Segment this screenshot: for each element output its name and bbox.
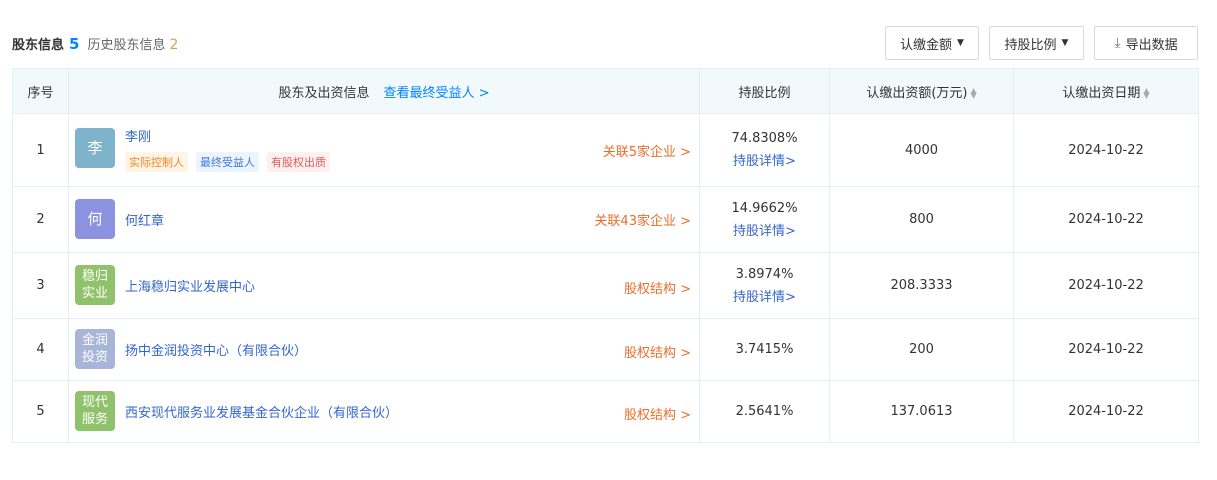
table-row: 4 金润 投资 扬中金润投资中心（有限合伙） 股权结构 > 3.7415% 20…: [12, 318, 1199, 381]
date-cell: 2024-10-22: [1013, 380, 1199, 443]
history-shareholders-link[interactable]: 历史股东信息: [87, 34, 165, 53]
col-header-date[interactable]: 认缴出资日期 ▲ ▼: [1013, 68, 1199, 114]
shareholder-name-link[interactable]: 西安现代服务业发展基金合伙企业（有限合伙）: [125, 402, 398, 421]
export-data-label: 导出数据: [1125, 37, 1178, 53]
shareholder-name-link[interactable]: 扬中金润投资中心（有限合伙）: [125, 340, 307, 359]
avatar: 何: [75, 199, 115, 239]
date-cell: 2024-10-22: [1013, 186, 1199, 253]
header-left: 股东信息 5 历史股东信息 2: [12, 34, 178, 53]
ratio-value: 2.5641%: [735, 404, 794, 419]
amount-cell: 208.3333: [829, 252, 1014, 319]
ratio-value: 3.8974%: [735, 266, 794, 282]
download-icon: ⤓: [1114, 35, 1121, 51]
sort-icon[interactable]: ▲ ▼: [1143, 87, 1149, 100]
col-header-ratio: 持股比例: [699, 68, 830, 114]
col-header-name-label: 股东及出资信息: [278, 85, 370, 101]
ratio-value: 3.7415%: [735, 342, 794, 357]
row-idx: 1: [12, 113, 69, 187]
ratio-value: 74.8308%: [731, 131, 798, 146]
caret-down-icon: ▼: [957, 38, 964, 48]
equity-structure-link[interactable]: 股权结构 >: [624, 278, 691, 297]
row-idx: 2: [12, 186, 69, 253]
row-idx: 3: [12, 252, 69, 319]
col-header-idx: 序号: [12, 68, 69, 114]
table-row: 1 李 李刚 实际控制人 最终受益人 有股权出质 关联5家企业 > 74.830…: [12, 113, 1199, 187]
export-data-button[interactable]: ⤓ 导出数据: [1094, 26, 1198, 60]
shareholder-count: 5: [69, 35, 80, 53]
col-header-date-label: 认缴出资日期: [1062, 85, 1141, 101]
table-row: 3 稳归 实业 上海稳归实业发展中心 股权结构 > 3.8974% 持股详情> …: [12, 252, 1199, 319]
tag-final-beneficiary: 最终受益人: [196, 152, 259, 172]
related-companies-link[interactable]: 关联5家企业 >: [603, 141, 691, 160]
related-companies-link[interactable]: 关联43家企业 >: [594, 210, 691, 229]
shareholder-cell: 稳归 实业 上海稳归实业发展中心 股权结构 >: [68, 252, 700, 319]
avatar-text: 现代 服务: [81, 395, 108, 427]
amount-cell: 800: [829, 186, 1014, 253]
holding-detail-link[interactable]: 持股详情>: [700, 220, 829, 239]
ratio-value: 14.9662%: [731, 200, 798, 216]
amount-cell: 4000: [829, 113, 1014, 187]
avatar: 稳归 实业: [75, 265, 115, 305]
ratio-cell: 2.5641%: [699, 380, 830, 443]
tag-actual-controller: 实际控制人: [125, 152, 188, 172]
table-row: 2 何 何红章 关联43家企业 > 14.9662% 持股详情> 800 202…: [12, 186, 1199, 253]
toolbar: 认缴金额 ▼ 持股比例 ▼ ⤓ 导出数据: [885, 26, 1198, 60]
ratio-cell: 14.9662% 持股详情>: [699, 186, 830, 253]
col-header-name: 股东及出资信息 查看最终受益人 >: [68, 68, 700, 114]
shareholder-cell: 现代 服务 西安现代服务业发展基金合伙企业（有限合伙） 股权结构 >: [68, 380, 700, 443]
equity-structure-link[interactable]: 股权结构 >: [624, 342, 691, 361]
amount-cell: 200: [829, 318, 1014, 381]
holding-detail-link[interactable]: 持股详情>: [700, 150, 829, 169]
table-header-row: 序号 股东及出资信息 查看最终受益人 > 持股比例 认缴出资额(万元) ▲ ▼ 认缴…: [12, 68, 1199, 114]
col-header-amount[interactable]: 认缴出资额(万元) ▲ ▼: [829, 68, 1014, 114]
history-count[interactable]: 2: [169, 37, 178, 53]
col-header-amount-label: 认缴出资额(万元): [866, 85, 968, 101]
ratio-cell: 3.7415%: [699, 318, 830, 381]
ratio-filter-dropdown[interactable]: 持股比例 ▼: [989, 26, 1084, 60]
avatar-text: 稳归 实业: [81, 269, 108, 301]
shareholder-cell: 李 李刚 实际控制人 最终受益人 有股权出质 关联5家企业 >: [68, 113, 700, 187]
tag-list: 实际控制人 最终受益人 有股权出质: [125, 152, 330, 172]
date-cell: 2024-10-22: [1013, 318, 1199, 381]
ratio-cell: 74.8308% 持股详情>: [699, 113, 830, 187]
shareholder-cell: 何 何红章 关联43家企业 >: [68, 186, 700, 253]
avatar: 金润 投资: [75, 329, 115, 369]
row-idx: 4: [12, 318, 69, 381]
avatar: 李: [75, 128, 115, 168]
row-idx: 5: [12, 380, 69, 443]
sort-icon[interactable]: ▲ ▼: [971, 87, 977, 100]
ratio-cell: 3.8974% 持股详情>: [699, 252, 830, 319]
date-cell: 2024-10-22: [1013, 113, 1199, 187]
shareholder-cell: 金润 投资 扬中金润投资中心（有限合伙） 股权结构 >: [68, 318, 700, 381]
avatar-text: 金润 投资: [81, 333, 108, 365]
ratio-filter-label: 持股比例: [1004, 37, 1057, 53]
shareholder-table: 序号 股东及出资信息 查看最终受益人 > 持股比例 认缴出资额(万元) ▲ ▼ 认缴…: [12, 68, 1199, 443]
view-beneficiary-link[interactable]: 查看最终受益人 >: [383, 82, 489, 101]
equity-structure-link[interactable]: 股权结构 >: [624, 404, 691, 423]
shareholder-name-link[interactable]: 何红章: [125, 210, 164, 229]
shareholder-name-link[interactable]: 李刚: [125, 126, 151, 145]
avatar: 现代 服务: [75, 391, 115, 431]
amount-filter-dropdown[interactable]: 认缴金额 ▼: [885, 26, 979, 60]
table-row: 5 现代 服务 西安现代服务业发展基金合伙企业（有限合伙） 股权结构 > 2.5…: [12, 380, 1199, 443]
date-cell: 2024-10-22: [1013, 252, 1199, 319]
caret-down-icon: ▼: [1061, 38, 1069, 48]
shareholder-name-link[interactable]: 上海稳归实业发展中心: [125, 276, 255, 295]
section-title: 股东信息: [12, 38, 65, 53]
tag-equity-pledge: 有股权出质: [267, 152, 330, 172]
holding-detail-link[interactable]: 持股详情>: [700, 286, 829, 305]
amount-filter-label: 认缴金额: [900, 37, 953, 53]
section-header: 股东信息 5 历史股东信息 2 认缴金额 ▼ 持股比例 ▼ ⤓ 导出数据: [12, 26, 1198, 60]
amount-cell: 137.0613: [829, 380, 1014, 443]
